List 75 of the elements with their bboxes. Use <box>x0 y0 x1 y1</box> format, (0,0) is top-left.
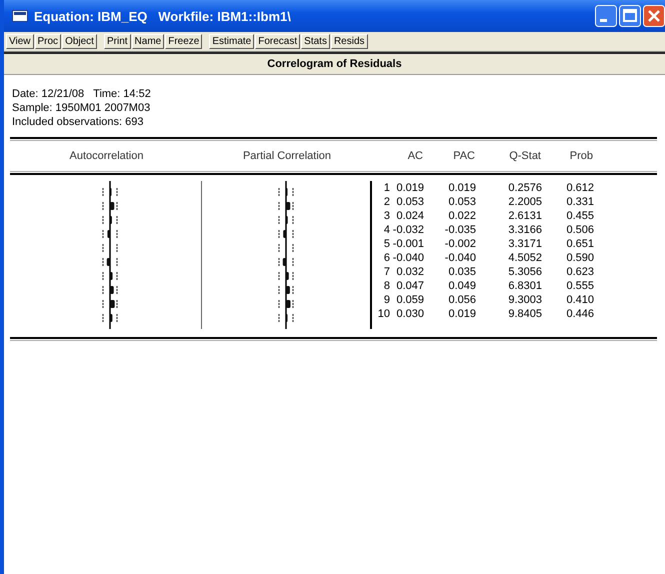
close-icon[interactable] <box>643 5 665 27</box>
table-cell-text: 3.3166 <box>507 223 542 237</box>
table-cell-text: 2.2005 <box>507 195 542 209</box>
table-cell-text: -0.001 <box>392 237 424 251</box>
lag-number: 1 <box>382 181 390 195</box>
lag-number: 5 <box>382 237 390 251</box>
column-header: Partial Correlation <box>242 150 332 162</box>
lag-number: 2 <box>382 195 390 209</box>
toolbar-button[interactable]: Name <box>132 34 164 49</box>
table-cell-text: 0.019 <box>447 181 476 195</box>
table-cell-text: -0.040 <box>392 251 424 265</box>
table-cell-text: 0.331 <box>565 195 594 209</box>
column-header: Autocorrelation <box>68 150 144 162</box>
minimize-icon[interactable] <box>595 5 617 27</box>
lag-number: 3 <box>382 209 390 223</box>
lag-number: 10 <box>376 307 390 321</box>
toolbar-button[interactable]: Stats <box>301 34 330 49</box>
table-cell-text: 0.047 <box>395 279 424 293</box>
table-cell-text: 0.446 <box>565 307 594 321</box>
lag-number: 8 <box>382 279 390 293</box>
table-cell-text: 0.651 <box>565 237 594 251</box>
table-cell-text: 0.019 <box>395 181 424 195</box>
table-cell-text: 3.3171 <box>507 237 542 251</box>
table-cell-text: 4.5052 <box>507 251 542 265</box>
info-text: Date: 12/21/08 Time: 14:52 <box>12 87 152 101</box>
table-cell-text: 0.022 <box>447 209 476 223</box>
table-cell-text: 0.032 <box>395 265 424 279</box>
table-cell-text: 0.049 <box>447 279 476 293</box>
table-cell-text: 6.8301 <box>507 279 542 293</box>
table-cell-text: 0.056 <box>447 293 476 307</box>
table-cell-text: 0.019 <box>447 307 476 321</box>
toolbar-button[interactable]: Print <box>104 34 131 49</box>
table-cell-text: -0.040 <box>444 251 476 265</box>
table-cell-text: 0.053 <box>447 195 476 209</box>
table-cell-text: 0.590 <box>565 251 594 265</box>
table-cell-text: 0.024 <box>395 209 424 223</box>
table-cell-text: 0.059 <box>395 293 424 307</box>
column-header: PAC <box>452 150 475 162</box>
column-header: Q-Stat <box>508 150 541 162</box>
table-cell-text: 9.8405 <box>507 307 542 321</box>
toolbar-button[interactable]: Forecast <box>255 34 300 49</box>
toolbar-button[interactable]: Estimate <box>209 34 254 49</box>
toolbar-button[interactable]: Freeze <box>165 34 202 49</box>
table-cell-text: 0.555 <box>565 279 594 293</box>
table-cell-text: 0.2576 <box>507 181 542 195</box>
table-cell-text: 0.612 <box>565 181 594 195</box>
window-title: Equation: IBM_EQ Workfile: IBM1::Ibm1\ <box>34 8 292 24</box>
lag-number: 6 <box>382 251 390 265</box>
table-cell-text: 9.3003 <box>507 293 542 307</box>
column-header: Prob <box>568 150 593 162</box>
table-cell-text: 0.410 <box>565 293 594 307</box>
table-cell-text: 2.6131 <box>507 209 542 223</box>
info-text: Sample: 1950M01 2007M03 <box>12 101 152 115</box>
table-cell-text: 0.035 <box>447 265 476 279</box>
toolbar-button[interactable]: View <box>6 34 34 49</box>
table-cell-text: -0.002 <box>444 237 476 251</box>
column-header: AC <box>406 150 423 162</box>
info-text: Included observations: 693 <box>12 115 144 129</box>
window-icon <box>12 10 28 22</box>
table-cell-text: 5.3056 <box>507 265 542 279</box>
table-cell-text: 0.506 <box>565 223 594 237</box>
maximize-icon[interactable] <box>619 5 641 27</box>
view-heading: Correlogram of Residuals <box>4 52 665 75</box>
toolbar-button[interactable]: Resids <box>330 34 368 49</box>
table-cell-text: 0.030 <box>395 307 424 321</box>
lag-number: 9 <box>382 293 390 307</box>
lag-number: 4 <box>382 223 390 237</box>
table-cell-text: -0.032 <box>392 223 424 237</box>
toolbar-button[interactable]: Proc <box>34 34 62 49</box>
table-cell-text: 0.623 <box>565 265 594 279</box>
table-cell-text: 0.053 <box>395 195 424 209</box>
lag-number: 7 <box>382 265 390 279</box>
toolbar-button[interactable]: Object <box>62 34 97 49</box>
table-cell-text: -0.035 <box>444 223 476 237</box>
table-cell-text: 0.455 <box>565 209 594 223</box>
